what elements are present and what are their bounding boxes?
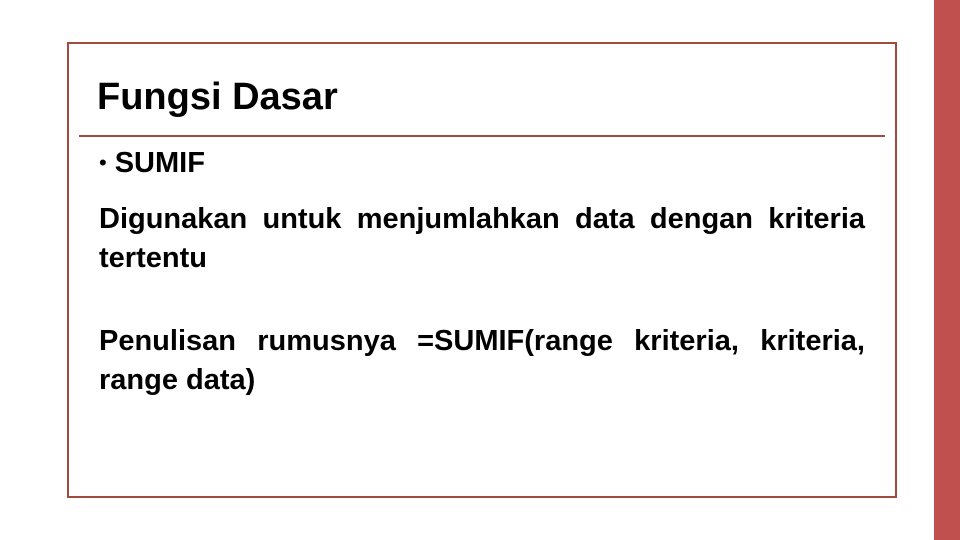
accent-bar — [934, 0, 960, 540]
bullet-marker: • — [99, 152, 107, 174]
bullet-label: SUMIF — [115, 147, 205, 180]
slide-frame: Fungsi Dasar • SUMIF Digunakan untuk men… — [67, 42, 897, 498]
formula-text: Penulisan rumusnya =SUMIF(range kriteria… — [99, 322, 865, 400]
description-text: Digunakan untuk menjumlahkan data dengan… — [99, 200, 865, 278]
slide-title: Fungsi Dasar — [69, 44, 895, 135]
slide-content: • SUMIF Digunakan untuk menjumlahkan dat… — [69, 137, 895, 411]
bullet-item: • SUMIF — [99, 147, 865, 180]
